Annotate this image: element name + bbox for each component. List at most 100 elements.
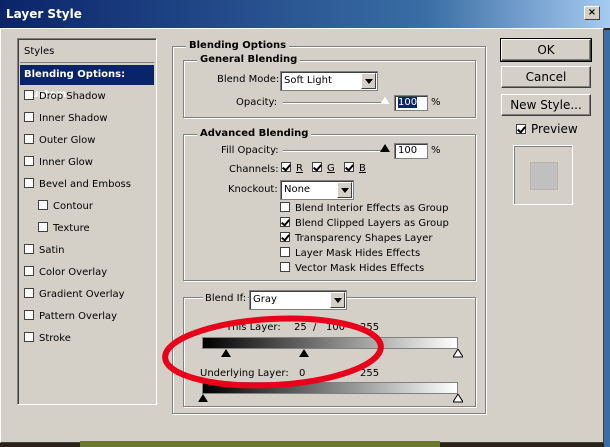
opacity-slider-thumb[interactable] [380,96,390,104]
styles-item-blending-options[interactable]: Blending Options: Custom [20,65,154,100]
texture-checkbox[interactable] [38,222,48,232]
opt-blend-interior[interactable]: Blend Interior Effects as Group [280,202,449,214]
texture-label: Texture [53,223,90,234]
pattern-overlay-label: Pattern Overlay [39,311,118,322]
styles-item-drop-shadow[interactable]: Drop Shadow [20,87,154,107]
opacity-slider-track[interactable] [283,102,385,104]
chevron-down-icon [361,73,376,89]
outer-glow-checkbox[interactable] [24,134,34,144]
vector-mask-label: Vector Mask Hides Effects [295,263,425,274]
chevron-down-icon [330,292,345,308]
knockout-select[interactable]: None [280,180,354,200]
channel-b[interactable]: B [344,162,366,174]
opt-vector-mask[interactable]: Vector Mask Hides Effects [280,262,425,274]
underlying-thumb-low[interactable] [198,394,208,402]
blend-interior-label: Blend Interior Effects as Group [295,203,449,214]
styles-item-satin[interactable]: Satin [20,241,154,261]
gradient-overlay-label: Gradient Overlay [39,289,125,300]
styles-header[interactable]: Styles [20,41,154,63]
styles-item-outer-glow[interactable]: Outer Glow [20,131,154,151]
ok-button[interactable]: OK [500,38,592,62]
styles-item-color-overlay[interactable]: Color Overlay [20,263,154,283]
opt-blend-clipped[interactable]: Blend Clipped Layers as Group [280,217,449,229]
styles-item-gradient-overlay[interactable]: Gradient Overlay [20,285,154,305]
close-icon[interactable]: × [584,6,600,20]
blend-if-label: Blend If: [203,293,249,304]
fill-opacity-slider-track[interactable] [283,150,385,152]
this-layer-thumb-high[interactable] [453,349,463,358]
pattern-overlay-checkbox[interactable] [24,310,34,320]
blend-if-select[interactable]: Gray [249,290,347,310]
styles-item-texture[interactable]: Texture [20,219,154,239]
satin-checkbox[interactable] [24,244,34,254]
contour-label: Contour [53,201,93,212]
blend-interior-checkbox[interactable] [280,202,290,212]
styles-item-contour[interactable]: Contour [20,197,154,217]
general-blending-title: General Blending [197,54,301,65]
fill-opacity-percent: % [431,145,441,156]
styles-item-stroke[interactable]: Stroke [20,329,154,349]
bottom-image-strip [80,441,440,447]
styles-item-inner-shadow[interactable]: Inner Shadow [20,109,154,129]
cancel-button[interactable]: Cancel [501,66,591,88]
satin-label: Satin [39,245,65,256]
title-bar: Layer Style [0,0,610,28]
preview-thumbnail [513,145,573,205]
blend-mode-select[interactable]: Soft Light [280,71,378,91]
opacity-value: 100 [398,97,418,108]
opacity-label: Opacity: [236,97,278,108]
layer-mask-checkbox[interactable] [280,247,290,257]
channel-g-checkbox[interactable] [312,162,322,172]
inner-glow-label: Inner Glow [39,157,93,168]
drop-shadow-checkbox[interactable] [24,90,34,100]
underlying-thumb-high[interactable] [453,394,463,403]
styles-list: Styles Blending Options: Custom Drop Sha… [17,38,157,405]
channel-r-label: R [296,163,303,174]
advanced-blending-title: Advanced Blending [197,128,312,139]
stroke-label: Stroke [39,333,71,344]
inner-shadow-checkbox[interactable] [24,112,34,122]
chevron-down-icon [337,182,352,198]
blend-clipped-checkbox[interactable] [280,217,290,227]
bevel-emboss-checkbox[interactable] [24,178,34,188]
annotation-ellipse [162,315,384,389]
preview-toggle[interactable]: Preview [516,122,578,136]
opt-transparency-shapes[interactable]: Transparency Shapes Layer [280,232,433,244]
styles-item-bevel-emboss[interactable]: Bevel and Emboss [20,175,154,195]
styles-item-pattern-overlay[interactable]: Pattern Overlay [20,307,154,327]
opt-layer-mask[interactable]: Layer Mask Hides Effects [280,247,420,259]
channels-label: Channels: [229,164,279,175]
channel-g-label: G [327,163,335,174]
transparency-shapes-checkbox[interactable] [280,232,290,242]
fill-opacity-label: Fill Opacity: [221,145,279,156]
blend-if-value: Gray [253,294,277,305]
blend-mode-value: Soft Light [284,75,332,86]
preview-checkbox[interactable] [516,123,526,134]
color-overlay-label: Color Overlay [39,267,108,278]
channel-r-checkbox[interactable] [281,162,291,172]
vector-mask-checkbox[interactable] [280,262,290,272]
fill-opacity-slider-thumb[interactable] [380,144,390,152]
channel-r[interactable]: R [281,162,303,174]
channel-b-checkbox[interactable] [344,162,354,172]
preview-label: Preview [531,122,578,136]
styles-item-inner-glow[interactable]: Inner Glow [20,153,154,173]
channel-g[interactable]: G [312,162,335,174]
opacity-percent: % [431,97,441,108]
fill-opacity-input[interactable]: 100 [394,143,428,159]
window-title: Layer Style [6,7,82,21]
drop-shadow-label: Drop Shadow [39,91,106,102]
inner-glow-checkbox[interactable] [24,156,34,166]
stroke-checkbox[interactable] [24,332,34,342]
preview-swatch [530,162,558,190]
transparency-shapes-label: Transparency Shapes Layer [295,233,433,244]
knockout-label: Knockout: [228,184,278,195]
blending-options-title: Blending Options [186,40,290,51]
inner-shadow-label: Inner Shadow [39,113,108,124]
contour-checkbox[interactable] [38,200,48,210]
color-overlay-checkbox[interactable] [24,266,34,276]
gradient-overlay-checkbox[interactable] [24,288,34,298]
blend-mode-label: Blend Mode: [217,74,280,85]
new-style-button[interactable]: New Style... [501,94,591,116]
opacity-input[interactable]: 100 [394,95,428,111]
